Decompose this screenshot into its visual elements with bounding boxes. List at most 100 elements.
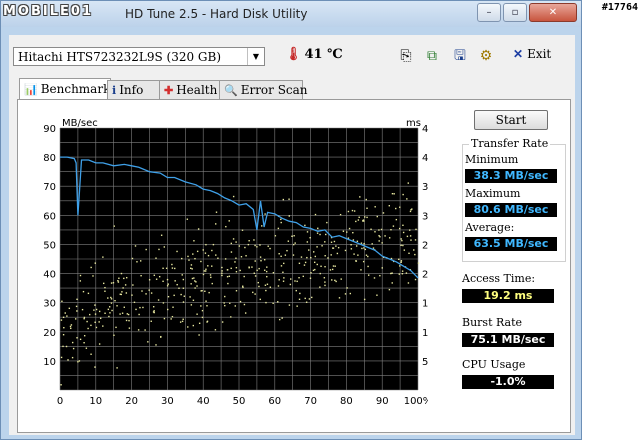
- access-time-point: [71, 341, 74, 344]
- access-time-point: [121, 312, 124, 314]
- copy-text-icon[interactable]: ⎘: [397, 47, 415, 65]
- access-time-point: [198, 334, 200, 336]
- access-time-point: [215, 211, 218, 213]
- access-time-point: [137, 329, 140, 331]
- minimize-button[interactable]: –: [477, 3, 501, 22]
- access-time-point: [230, 242, 233, 245]
- access-time-point: [239, 300, 242, 303]
- access-time-point: [409, 210, 412, 213]
- access-time-point: [400, 260, 403, 262]
- access-time-point: [94, 304, 96, 306]
- access-time-point: [379, 274, 381, 277]
- access-time-point: [68, 307, 71, 310]
- chevron-down-icon[interactable]: ▼: [247, 48, 264, 65]
- info-icon: i: [112, 84, 117, 97]
- access-time-point: [277, 301, 279, 303]
- access-time-point: [304, 297, 306, 300]
- access-time-point: [155, 278, 158, 280]
- access-time-point: [346, 287, 348, 289]
- access-time-point: [104, 286, 106, 289]
- access-time-point: [76, 298, 78, 301]
- copy-screenshot-icon[interactable]: ⧉: [423, 47, 441, 65]
- maximum-value: 80.6 MB/sec: [465, 203, 557, 217]
- access-time-point: [121, 291, 123, 293]
- access-time-point: [280, 255, 282, 258]
- access-time-point: [362, 260, 365, 263]
- tab-benchmark[interactable]: 📊 Benchmark: [19, 78, 111, 100]
- access-time-point: [329, 269, 332, 271]
- access-time-point: [206, 320, 209, 323]
- access-time-point: [265, 301, 267, 304]
- tab-health[interactable]: ✚ Health: [159, 80, 223, 99]
- minimum-label: Minimum: [465, 153, 519, 166]
- access-time-point: [399, 206, 401, 208]
- access-time-point: [259, 244, 261, 246]
- access-time-point: [316, 232, 319, 234]
- y-tick-label-right: 40: [422, 153, 428, 164]
- access-time-point: [117, 280, 119, 282]
- y-tick-label-right: 45: [422, 124, 428, 135]
- access-time-point: [61, 300, 63, 302]
- access-time-point: [288, 215, 290, 217]
- access-time-point: [310, 256, 312, 259]
- maximize-button[interactable]: ▫: [503, 3, 527, 22]
- access-time-point: [89, 313, 91, 316]
- access-time-point: [228, 220, 230, 222]
- access-time-point: [363, 242, 365, 245]
- access-time-point: [160, 335, 162, 338]
- access-time-point: [319, 272, 321, 275]
- options-icon[interactable]: ⚙: [477, 47, 495, 65]
- close-button[interactable]: ✕: [529, 3, 577, 22]
- access-time-point: [152, 306, 155, 308]
- tab-error-scan[interactable]: 🔍 Error Scan: [219, 80, 308, 99]
- access-time-point: [102, 325, 104, 327]
- access-time-point: [215, 254, 217, 256]
- access-time-point: [356, 240, 359, 243]
- access-time-point: [304, 224, 306, 227]
- drive-select[interactable]: Hitachi HTS723232L9S (320 GB) ▼: [13, 47, 265, 66]
- access-time-point: [266, 283, 269, 285]
- start-button[interactable]: Start: [474, 110, 548, 130]
- exit-label: Exit: [527, 47, 552, 61]
- access-time-point: [90, 266, 92, 269]
- access-time-point: [196, 313, 198, 315]
- access-time-point: [288, 304, 291, 306]
- access-time-point: [85, 347, 88, 349]
- access-time-point: [405, 272, 408, 274]
- access-time-point: [263, 269, 266, 271]
- access-time-point: [280, 265, 283, 267]
- tab-info[interactable]: i Info: [107, 80, 163, 99]
- access-time-point: [333, 240, 336, 243]
- access-time-point: [314, 268, 316, 271]
- access-time-point: [112, 282, 115, 284]
- access-time-point: [415, 228, 417, 231]
- title-bar[interactable]: HD Tune 2.5 - Hard Disk Utility MOBILE01…: [1, 1, 581, 27]
- exit-button[interactable]: ✕ Exit: [513, 47, 551, 61]
- access-time-point: [193, 277, 195, 279]
- access-time-point: [90, 324, 92, 327]
- save-icon[interactable]: 🖫: [451, 47, 469, 65]
- access-time-point: [286, 249, 288, 252]
- access-time-point: [360, 242, 363, 244]
- access-time-point: [104, 290, 106, 292]
- access-time-point: [60, 356, 63, 359]
- health-cross-icon: ✚: [164, 84, 174, 97]
- access-time-point: [395, 218, 398, 221]
- access-time-point: [163, 317, 166, 320]
- access-time-point: [126, 313, 129, 315]
- window-title: HD Tune 2.5 - Hard Disk Utility: [125, 7, 308, 21]
- access-time-point: [160, 234, 163, 236]
- access-time-point: [235, 290, 238, 292]
- y-tick-label-left: 80: [43, 153, 56, 164]
- access-time-point: [280, 218, 282, 221]
- access-time-point: [178, 287, 180, 289]
- access-time-point: [295, 289, 297, 292]
- access-time-point: [379, 236, 381, 238]
- access-time-point: [353, 210, 356, 212]
- access-time-point: [321, 245, 323, 247]
- access-time-point: [280, 221, 282, 224]
- access-time-point: [63, 326, 65, 329]
- access-time-point: [211, 265, 213, 267]
- y-tick-label-left: 50: [43, 240, 56, 251]
- access-time-point: [289, 283, 292, 286]
